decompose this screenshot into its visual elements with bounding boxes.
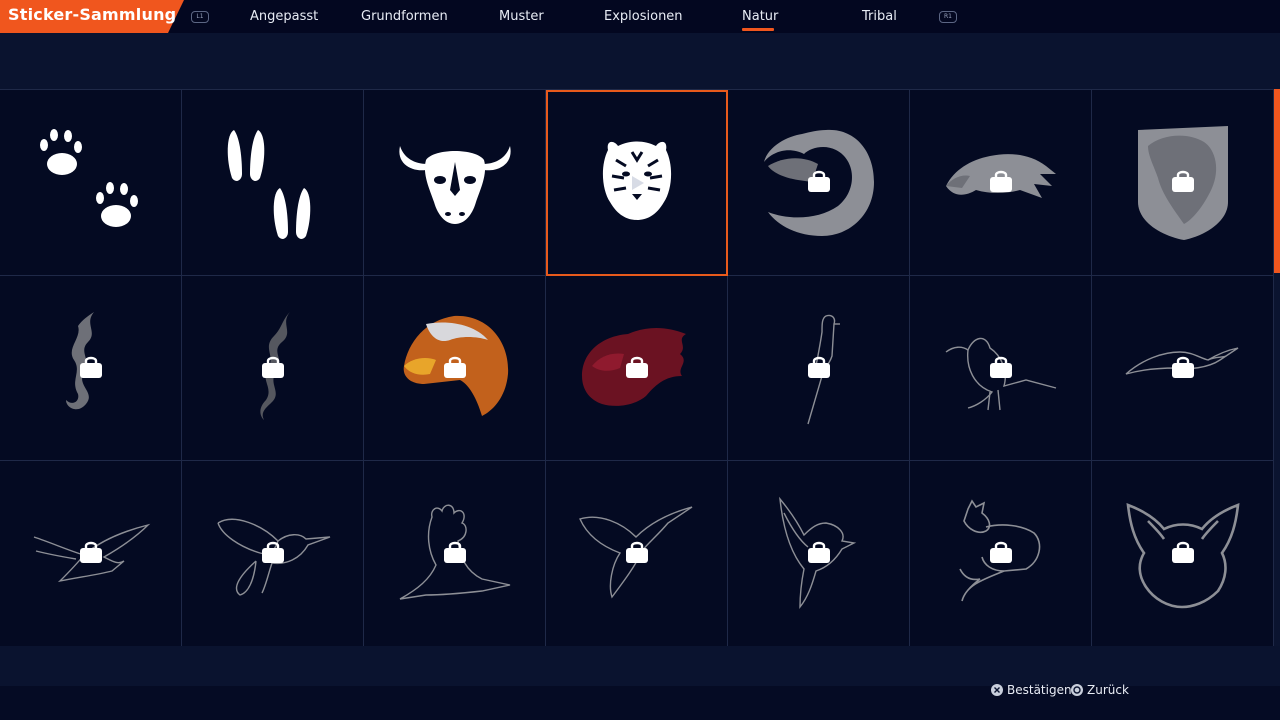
circle-button-icon: [1071, 684, 1083, 696]
lock-icon: [808, 541, 830, 564]
sticker-cell[interactable]: [910, 275, 1092, 462]
l1-bumper-icon[interactable]: L1: [191, 11, 209, 23]
tab-natur[interactable]: Natur: [742, 9, 778, 24]
r1-bumper-icon[interactable]: R1: [939, 11, 957, 23]
back-hint[interactable]: Zurück: [1071, 683, 1129, 697]
sticker-cell-selected[interactable]: [546, 90, 728, 276]
tab-tribal[interactable]: Tribal: [862, 9, 897, 24]
sticker-cell[interactable]: [0, 275, 182, 462]
sticker-cell[interactable]: [728, 275, 910, 462]
lock-icon: [808, 356, 830, 378]
sticker-cell[interactable]: [364, 461, 546, 647]
sticker-cell[interactable]: [364, 275, 546, 462]
confirm-hint[interactable]: Bestätigen: [991, 683, 1072, 697]
lock-icon: [444, 356, 466, 378]
sticker-cell[interactable]: [546, 275, 728, 462]
lock-icon: [990, 170, 1012, 192]
lock-icon: [1172, 356, 1194, 378]
lock-icon: [1172, 541, 1194, 564]
scrollbar-thumb[interactable]: [1274, 89, 1280, 273]
tab-angepasst[interactable]: Angepasst: [250, 9, 318, 24]
sticker-cell[interactable]: [728, 461, 910, 647]
lock-icon: [626, 356, 648, 378]
bottom-bar: [0, 646, 1280, 686]
lock-icon: [262, 541, 284, 564]
sticker-cell[interactable]: [546, 461, 728, 647]
sticker-cell[interactable]: [182, 461, 364, 647]
sticker-cell[interactable]: [182, 275, 364, 462]
lock-icon: [444, 541, 466, 564]
cross-button-icon: [991, 684, 1003, 696]
sticker-grid: [0, 89, 1274, 647]
sticker-cell[interactable]: [364, 90, 546, 276]
sticker-cell[interactable]: [910, 461, 1092, 647]
tab-explosionen[interactable]: Explosionen: [604, 9, 683, 24]
active-tab-indicator: [742, 28, 774, 31]
tiger-head-icon: [602, 141, 672, 220]
lock-icon: [808, 170, 830, 192]
sticker-cell[interactable]: [0, 461, 182, 647]
sticker-cell[interactable]: [1092, 275, 1274, 462]
back-label: Zurück: [1087, 683, 1129, 697]
sticker-cell[interactable]: [728, 90, 910, 276]
tab-muster[interactable]: Muster: [499, 9, 544, 24]
lock-icon: [990, 356, 1012, 378]
bull-head-icon: [399, 146, 511, 224]
lock-icon: [1172, 170, 1194, 192]
confirm-label: Bestätigen: [1007, 683, 1072, 697]
lock-icon: [990, 541, 1012, 564]
paw-prints-icon: [40, 129, 138, 227]
top-bar: Sticker-Sammlung L1 Angepasst Grundforme…: [0, 0, 1280, 33]
page-title: Sticker-Sammlung: [8, 5, 177, 24]
lock-icon: [80, 541, 102, 564]
grid-scrollbar[interactable]: [1274, 89, 1280, 646]
hoof-prints-icon: [227, 130, 311, 239]
sub-header-bar: [0, 33, 1280, 89]
sticker-cell[interactable]: [910, 90, 1092, 276]
sticker-cell[interactable]: [1092, 90, 1274, 276]
lock-icon: [80, 356, 102, 378]
sticker-cell[interactable]: [1092, 461, 1274, 647]
lock-icon: [262, 356, 284, 378]
tab-grundformen[interactable]: Grundformen: [361, 9, 448, 24]
sticker-cell[interactable]: [182, 90, 364, 276]
title-tab: Sticker-Sammlung: [0, 0, 184, 33]
sticker-cell[interactable]: [0, 90, 182, 276]
lock-icon: [626, 541, 648, 564]
